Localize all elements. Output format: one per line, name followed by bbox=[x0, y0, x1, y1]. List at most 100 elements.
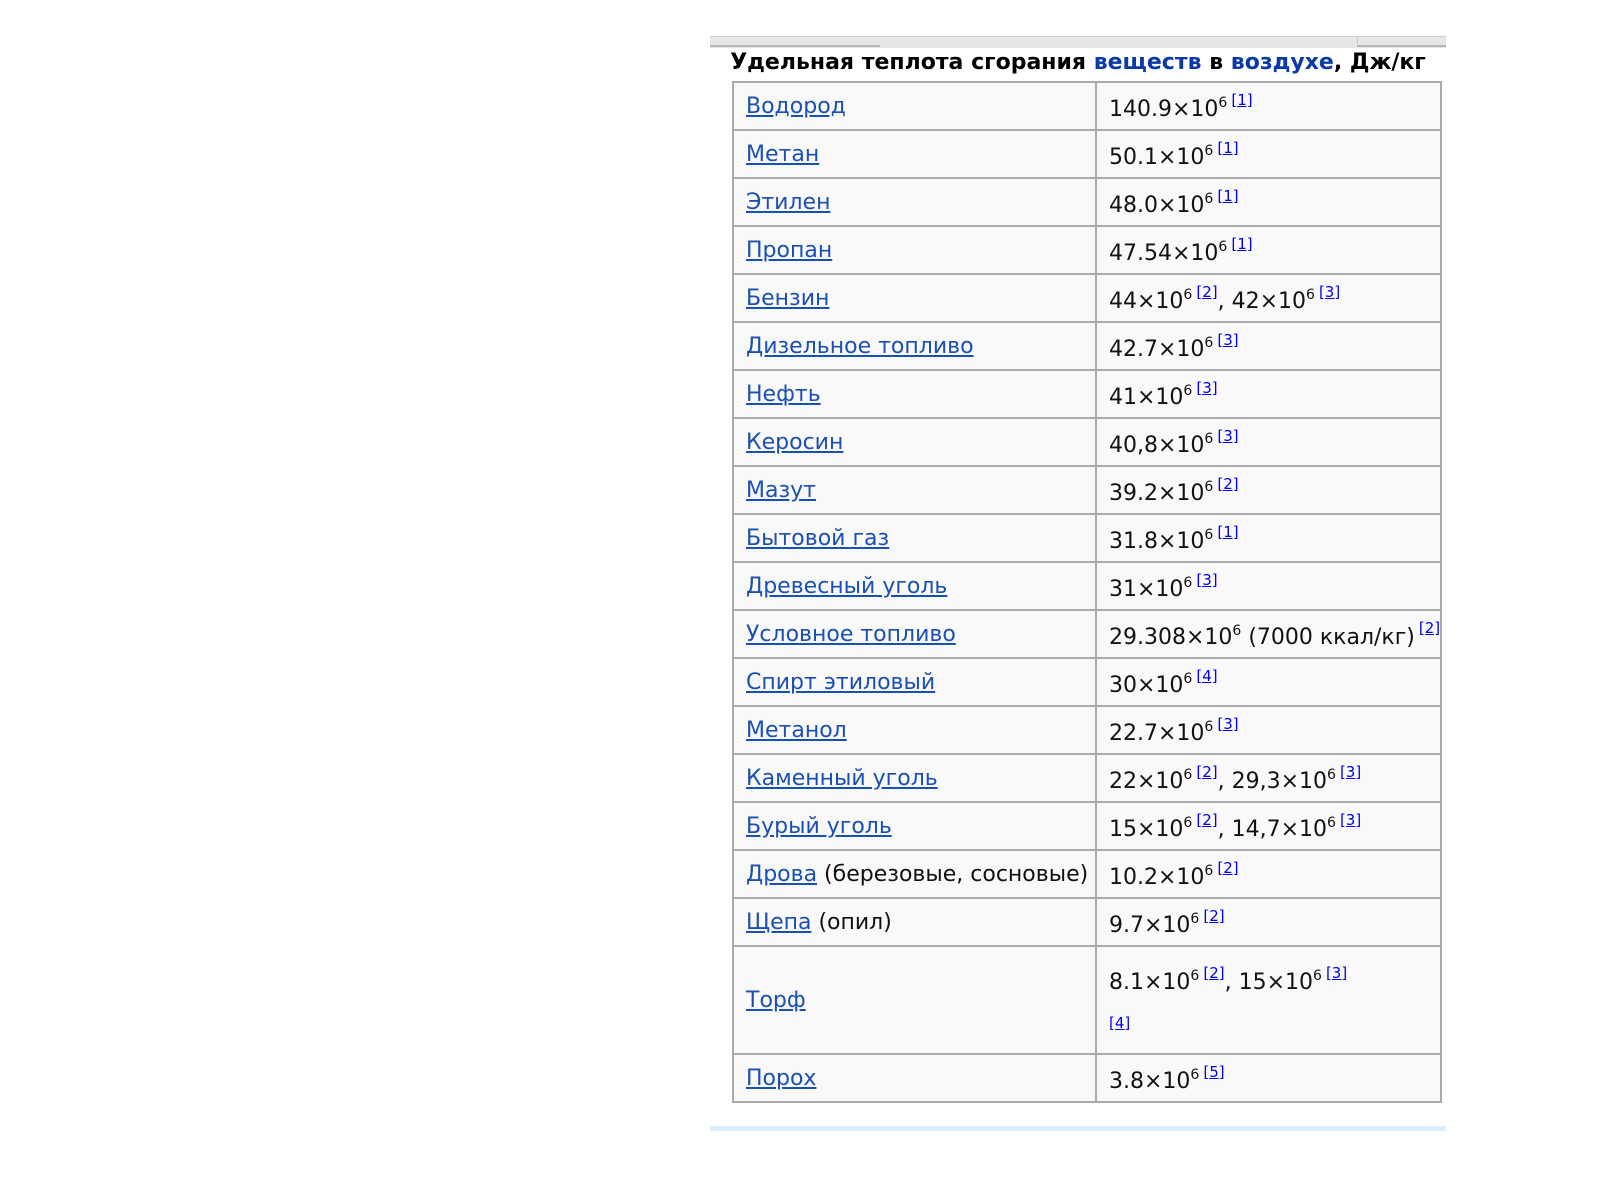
table-row: Водород 140.9×106 [1] bbox=[732, 81, 1443, 131]
reference-link[interactable]: [2] bbox=[1217, 475, 1238, 493]
reference-link[interactable]: [3] bbox=[1319, 283, 1340, 301]
table-row: Бензин 44×106 [2], 42×106 [3] bbox=[732, 273, 1443, 323]
exponent: 6 bbox=[1190, 910, 1200, 927]
substance-link[interactable]: Бензин bbox=[746, 286, 829, 311]
reference-link[interactable]: [1] bbox=[1231, 91, 1252, 109]
substance-link[interactable]: Бытовой газ bbox=[746, 526, 889, 551]
table-row: Порох 3.8×106 [5] bbox=[732, 1053, 1443, 1103]
reference-link[interactable]: [2] bbox=[1217, 859, 1238, 877]
exponent: 6 bbox=[1232, 622, 1242, 639]
value-cell: 39.2×106 [2] bbox=[1094, 465, 1443, 515]
value-text: 42.7×10 bbox=[1109, 336, 1205, 362]
table-row: Условное топливо 29.308×106 (7000 ккал/кг… bbox=[732, 609, 1443, 659]
reference-link[interactable]: [3] bbox=[1326, 964, 1347, 982]
reference-link[interactable]: [1] bbox=[1217, 187, 1238, 205]
reference-link[interactable]: [2] bbox=[1196, 283, 1217, 301]
table-row: Пропан 47.54×106 [1] bbox=[732, 225, 1443, 275]
reference-link[interactable]: [2] bbox=[1196, 811, 1217, 829]
caption-link-air[interactable]: воздухе bbox=[1231, 50, 1334, 75]
substance-cell: Мазут bbox=[732, 465, 1097, 515]
substance-link[interactable]: Дрова bbox=[746, 862, 817, 887]
value-text: 29.308×10 bbox=[1109, 624, 1233, 650]
value-cell: 140.9×106 [1] bbox=[1094, 81, 1443, 131]
value-text: 41×10 bbox=[1109, 384, 1184, 410]
reference-link[interactable]: [3] bbox=[1217, 427, 1238, 445]
substance-cell: Условное топливо bbox=[732, 609, 1097, 659]
reference-link[interactable]: [4] bbox=[1109, 1014, 1130, 1032]
table-row: Дизельное топливо 42.7×106 [3] bbox=[732, 321, 1443, 371]
table-row: Мазут 39.2×106 [2] bbox=[732, 465, 1443, 515]
reference-link[interactable]: [2] bbox=[1419, 619, 1440, 637]
reference-link[interactable]: [3] bbox=[1196, 571, 1217, 589]
substance-link[interactable]: Порох bbox=[746, 1066, 816, 1091]
substance-cell: Пропан bbox=[732, 225, 1097, 275]
substance-link[interactable]: Мазут bbox=[746, 478, 816, 503]
substance-link[interactable]: Метанол bbox=[746, 718, 847, 743]
substance-cell: Спирт этиловый bbox=[732, 657, 1097, 707]
reference-link[interactable]: [3] bbox=[1217, 715, 1238, 733]
value-cell: 30×106 [4] bbox=[1094, 657, 1443, 707]
substance-link[interactable]: Бурый уголь bbox=[746, 814, 892, 839]
substance-link[interactable]: Дизельное топливо bbox=[746, 334, 974, 359]
substance-cell: Керосин bbox=[732, 417, 1097, 467]
caption-link-substances[interactable]: веществ bbox=[1094, 50, 1202, 75]
reference-link[interactable]: [3] bbox=[1340, 811, 1361, 829]
reference-link[interactable]: [3] bbox=[1340, 763, 1361, 781]
substance-cell: Порох bbox=[732, 1053, 1097, 1103]
exponent: 6 bbox=[1183, 670, 1193, 687]
exponent: 6 bbox=[1218, 94, 1228, 111]
exponent: 6 bbox=[1190, 968, 1200, 984]
reference-link[interactable]: [1] bbox=[1231, 235, 1252, 253]
reference-link[interactable]: [3] bbox=[1217, 331, 1238, 349]
exponent: 6 bbox=[1183, 766, 1193, 783]
substance-link[interactable]: Каменный уголь bbox=[746, 766, 938, 791]
substance-note: (опил) bbox=[811, 909, 892, 935]
bottom-bar bbox=[710, 1126, 1446, 1131]
substance-link[interactable]: Условное топливо bbox=[746, 622, 956, 647]
table-caption: Удельная теплота сгорания веществ в возд… bbox=[710, 48, 1446, 78]
exponent: 6 bbox=[1183, 382, 1193, 399]
substance-cell: Бытовой газ bbox=[732, 513, 1097, 563]
substance-link[interactable]: Керосин bbox=[746, 430, 843, 455]
substance-link[interactable]: Древесный уголь bbox=[746, 574, 947, 599]
substance-link[interactable]: Водород bbox=[746, 94, 846, 119]
value-text: 44×10 bbox=[1109, 288, 1184, 314]
reference-link[interactable]: [2] bbox=[1196, 763, 1217, 781]
reference-link[interactable]: [2] bbox=[1203, 964, 1224, 982]
substance-cell: Торф bbox=[732, 945, 1097, 1055]
value-cell: 3.8×106 [5] bbox=[1094, 1053, 1443, 1103]
value-text: 14,7×10 bbox=[1231, 816, 1328, 842]
value-cell: 41×106 [3] bbox=[1094, 369, 1443, 419]
table-row: Древесный уголь 31×106 [3] bbox=[732, 561, 1443, 611]
value-cell: 31.8×106 [1] bbox=[1094, 513, 1443, 563]
substance-link[interactable]: Этилен bbox=[746, 190, 830, 215]
reference-link[interactable]: [1] bbox=[1217, 523, 1238, 541]
exponent: 6 bbox=[1204, 190, 1214, 207]
reference-link[interactable]: [5] bbox=[1203, 1063, 1224, 1081]
substance-note: (березовые, сосновые) bbox=[817, 861, 1089, 887]
substance-cell: Водород bbox=[732, 81, 1097, 131]
reference-link[interactable]: [1] bbox=[1217, 139, 1238, 157]
substance-link[interactable]: Щепа bbox=[746, 910, 811, 935]
value-separator: , bbox=[1224, 970, 1239, 995]
value-text: 10.2×10 bbox=[1109, 864, 1205, 890]
exponent: 6 bbox=[1218, 238, 1228, 255]
caption-suffix: , Дж/кг bbox=[1333, 50, 1426, 75]
reference-link[interactable]: [2] bbox=[1203, 907, 1224, 925]
substance-link[interactable]: Пропан bbox=[746, 238, 832, 263]
value-cell: 29.308×106 (7000 ккал/кг) [2] bbox=[1094, 609, 1443, 659]
substance-link[interactable]: Торф bbox=[746, 988, 806, 1013]
value-cell: 40,8×106 [3] bbox=[1094, 417, 1443, 467]
substance-cell: Каменный уголь bbox=[732, 753, 1097, 803]
reference-link[interactable]: [3] bbox=[1196, 379, 1217, 397]
exponent: 6 bbox=[1204, 478, 1214, 495]
substance-link[interactable]: Метан bbox=[746, 142, 819, 167]
substance-cell: Древесный уголь bbox=[732, 561, 1097, 611]
caption-prefix: Удельная теплота сгорания bbox=[730, 50, 1094, 75]
reference-link[interactable]: [4] bbox=[1196, 667, 1217, 685]
top-bar-right-tab bbox=[1357, 37, 1446, 47]
substance-cell: Бурый уголь bbox=[732, 801, 1097, 851]
substance-link[interactable]: Нефть bbox=[746, 382, 821, 407]
table-row: Этилен 48.0×106 [1] bbox=[732, 177, 1443, 227]
substance-link[interactable]: Спирт этиловый bbox=[746, 670, 935, 695]
